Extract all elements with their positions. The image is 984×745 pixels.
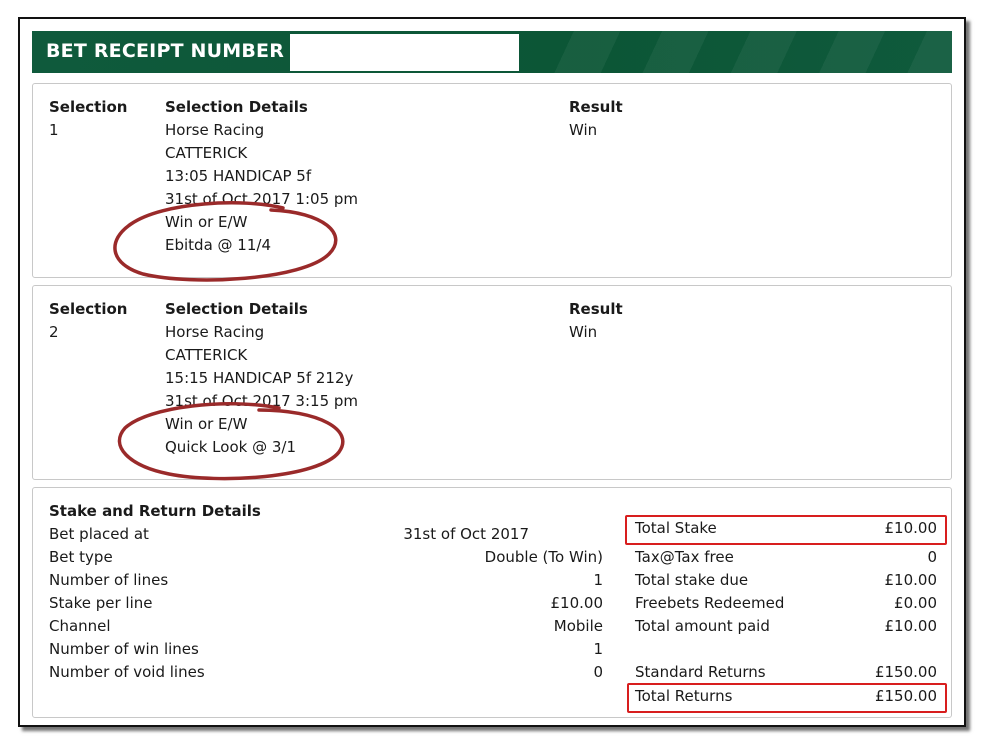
tax-value: 0: [927, 548, 937, 566]
selection-race: 13:05 HANDICAP 5f: [165, 167, 312, 185]
selection-venue: CATTERICK: [165, 346, 248, 364]
freebets-label: Freebets Redeemed: [635, 594, 785, 612]
win-lines-label: Number of win lines: [49, 640, 199, 658]
details-column-header: Selection Details: [165, 98, 308, 116]
selection-runner: Quick Look @ 3/1: [165, 438, 296, 456]
receipt-title: BET RECEIPT NUMBER :: [46, 40, 299, 62]
amount-paid-label: Total amount paid: [635, 617, 770, 635]
amount-paid-value: £10.00: [884, 617, 938, 635]
total-stake-value: £10.00: [884, 519, 938, 537]
selection-race: 15:15 HANDICAP 5f 212y: [165, 369, 354, 387]
total-stake-label: Total Stake: [635, 519, 717, 537]
selection-number: 2: [49, 323, 59, 341]
details-column-header: Selection Details: [165, 300, 308, 318]
number-of-lines-label: Number of lines: [49, 571, 169, 589]
standard-returns-value: £150.00: [874, 663, 937, 681]
bet-type-label: Bet type: [49, 548, 113, 566]
total-stake-due-label: Total stake due: [635, 571, 749, 589]
win-lines-value: 1: [593, 640, 603, 658]
stake-per-line-label: Stake per line: [49, 594, 153, 612]
total-stake-due-value: £10.00: [884, 571, 938, 589]
freebets-value: £0.00: [894, 594, 937, 612]
channel-label: Channel: [49, 617, 111, 635]
selection-market: Win or E/W: [165, 415, 248, 433]
bet-placed-label: Bet placed at: [49, 525, 149, 543]
selection-column-header: Selection: [49, 300, 128, 318]
bet-placed-value: 31st of Oct 2017: [403, 525, 529, 543]
receipt-header: BET RECEIPT NUMBER :: [32, 31, 952, 73]
selection-column-header: Selection: [49, 98, 128, 116]
tax-label: Tax@Tax free: [635, 548, 734, 566]
selection-venue: CATTERICK: [165, 144, 248, 162]
selection-sport: Horse Racing: [165, 121, 265, 139]
selection-runner: Ebitda @ 11/4: [165, 236, 271, 254]
selection-sport: Horse Racing: [165, 323, 265, 341]
selection-market: Win or E/W: [165, 213, 248, 231]
selection-number: 1: [49, 121, 59, 139]
channel-value: Mobile: [553, 617, 603, 635]
stake-return-panel: Stake and Return Details Bet placed at 3…: [32, 487, 952, 718]
stake-section-heading: Stake and Return Details: [49, 502, 261, 520]
bet-receipt-window: BET RECEIPT NUMBER : Selection Selection…: [18, 17, 966, 727]
standard-returns-label: Standard Returns: [635, 663, 766, 681]
selection-panel-2: Selection Selection Details Result 2 Hor…: [32, 285, 952, 481]
selection-result: Win: [569, 323, 598, 341]
stake-per-line-value: £10.00: [550, 594, 604, 612]
bet-type-value: Double (To Win): [484, 548, 603, 566]
selection-panel-1: Selection Selection Details Result 1 Hor…: [32, 83, 952, 282]
void-lines-value: 0: [593, 663, 603, 681]
result-column-header: Result: [569, 300, 623, 318]
selection-result: Win: [569, 121, 598, 139]
total-returns-label: Total Returns: [635, 687, 733, 705]
void-lines-label: Number of void lines: [49, 663, 205, 681]
receipt-number-field: [290, 34, 519, 71]
result-column-header: Result: [569, 98, 623, 116]
selection-datetime: 31st of Oct 2017 1:05 pm: [165, 190, 359, 208]
total-returns-value: £150.00: [874, 687, 937, 705]
number-of-lines-value: 1: [593, 571, 603, 589]
selection-datetime: 31st of Oct 2017 3:15 pm: [165, 392, 359, 410]
